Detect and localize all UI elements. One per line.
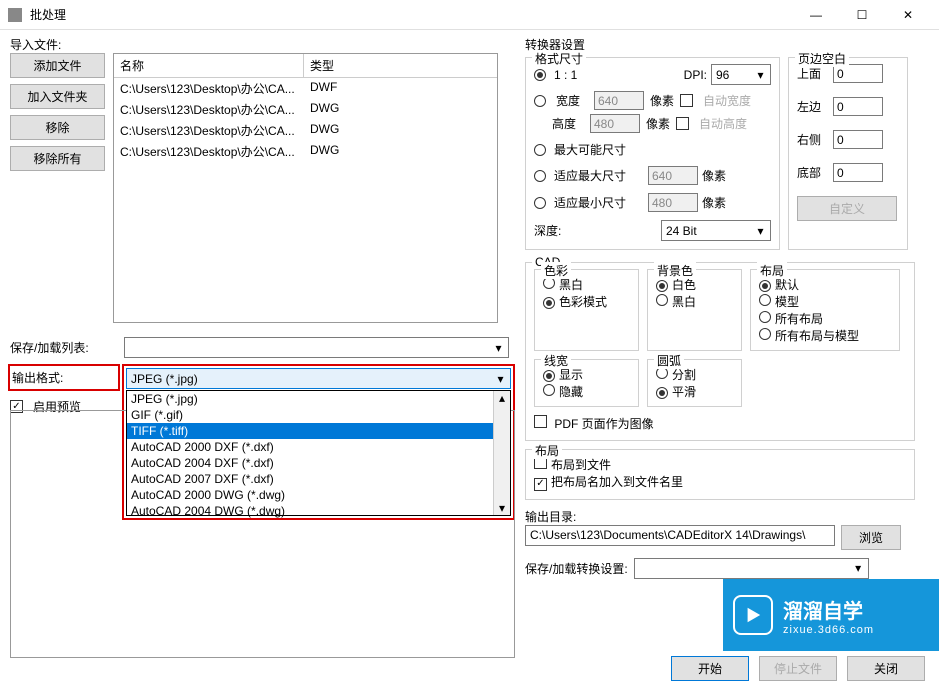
format-option[interactable]: AutoCAD 2000 DWG (*.dwg) xyxy=(127,487,510,503)
layout-model-radio[interactable] xyxy=(759,294,771,306)
format-option[interactable]: AutoCAD 2004 DWG (*.dwg) xyxy=(127,503,510,519)
max-possible-radio[interactable] xyxy=(534,144,546,156)
save-load-settings-label: 保存/加载转换设置: xyxy=(525,560,628,577)
table-row: C:\Users\123\Desktop\办公\CA...DWG xyxy=(114,120,497,141)
color-mode-radio[interactable] xyxy=(543,297,555,309)
stop-button[interactable]: 停止文件 xyxy=(759,656,837,681)
save-load-list-combo[interactable]: ▾ xyxy=(124,337,509,358)
chevron-down-icon: ▾ xyxy=(493,371,508,386)
format-option[interactable]: JPEG (*.jpg) xyxy=(127,391,510,407)
col-type[interactable]: 类型 xyxy=(304,54,497,77)
format-size-group: 格式尺寸 1 : 1 DPI: 96▾ 宽度 640 像素 自动宽度 高度 xyxy=(525,57,780,250)
close-dialog-button[interactable]: 关闭 xyxy=(847,656,925,681)
output-format-combo[interactable]: JPEG (*.jpg) ▾ xyxy=(126,368,511,389)
ratio-1-1-radio[interactable] xyxy=(534,69,546,81)
pdf-as-image-checkbox[interactable] xyxy=(534,415,547,428)
height-input[interactable]: 480 xyxy=(590,114,640,133)
format-option[interactable]: GIF (*.gif) xyxy=(127,407,510,423)
format-option-selected[interactable]: TIFF (*.tiff) xyxy=(127,423,510,439)
fit-max-radio[interactable] xyxy=(534,170,546,182)
minimize-button[interactable]: — xyxy=(793,0,839,30)
remove-all-button[interactable]: 移除所有 xyxy=(10,146,105,171)
save-load-list-label: 保存/加载列表: xyxy=(10,339,118,356)
output-dir-input[interactable]: C:\Users\123\Documents\CADEditorX 14\Dra… xyxy=(525,525,835,546)
browse-button[interactable]: 浏览 xyxy=(841,525,901,550)
file-list[interactable]: 名称 类型 C:\Users\123\Desktop\办公\CA...DWF C… xyxy=(113,53,498,323)
size-wh-radio[interactable] xyxy=(534,95,546,107)
format-option[interactable]: AutoCAD 2004 DXF (*.dxf) xyxy=(127,455,510,471)
layout-group: 布局 布局到文件 ✓把布局名加入到文件名里 xyxy=(525,449,915,500)
app-icon xyxy=(8,8,22,22)
output-format-label: 输出格式: xyxy=(10,366,118,389)
margin-bottom-input[interactable]: 0 xyxy=(833,163,883,182)
custom-margins-button[interactable]: 自定义 xyxy=(797,196,897,221)
titlebar: 批处理 — ☐ ✕ xyxy=(0,0,939,30)
maximize-button[interactable]: ☐ xyxy=(839,0,885,30)
margin-right-input[interactable]: 0 xyxy=(833,130,883,149)
watermark: 溜溜自学 zixue.3d66.com xyxy=(723,579,939,651)
layout-default-radio[interactable] xyxy=(759,280,771,292)
auto-width-checkbox[interactable] xyxy=(680,94,693,107)
start-button[interactable]: 开始 xyxy=(671,656,749,681)
bg-white-radio[interactable] xyxy=(656,280,668,292)
layout-all-radio[interactable] xyxy=(759,311,771,323)
save-load-settings-combo[interactable]: ▾ xyxy=(634,558,869,579)
margin-left-input[interactable]: 0 xyxy=(833,97,883,116)
fit-max-input[interactable]: 640 xyxy=(648,166,698,185)
import-label: 导入文件: xyxy=(10,36,515,53)
dropdown-scrollbar[interactable]: ▴ ▾ xyxy=(493,391,510,515)
depth-combo[interactable]: 24 Bit▾ xyxy=(661,220,771,241)
cad-group: CAD 色彩 黑白 色彩模式 背景色 白色 黑白 布局 默认 模型 所有布局 xyxy=(525,262,915,441)
bg-black-radio[interactable] xyxy=(656,294,668,306)
output-format-value: JPEG (*.jpg) xyxy=(131,372,198,386)
col-name[interactable]: 名称 xyxy=(114,54,304,77)
output-format-dropdown[interactable]: JPEG (*.jpg) GIF (*.gif) TIFF (*.tiff) A… xyxy=(126,390,511,516)
table-row: C:\Users\123\Desktop\办公\CA...DWF xyxy=(114,78,497,99)
auto-height-checkbox[interactable] xyxy=(676,117,689,130)
table-row: C:\Users\123\Desktop\办公\CA...DWG xyxy=(114,141,497,162)
add-file-button[interactable]: 添加文件 xyxy=(10,53,105,78)
window-title: 批处理 xyxy=(30,6,793,23)
layout-add-name-checkbox[interactable]: ✓ xyxy=(534,478,547,491)
margins-group: 页边空白 上面0 左边0 右侧0 底部0 自定义 xyxy=(788,57,908,250)
table-row: C:\Users\123\Desktop\办公\CA...DWG xyxy=(114,99,497,120)
add-folder-button[interactable]: 加入文件夹 xyxy=(10,84,105,109)
width-input[interactable]: 640 xyxy=(594,91,644,110)
remove-button[interactable]: 移除 xyxy=(10,115,105,140)
layout-all-model-radio[interactable] xyxy=(759,328,771,340)
arc-smooth-radio[interactable] xyxy=(656,387,668,399)
format-option[interactable]: AutoCAD 2007 DXF (*.dxf) xyxy=(127,471,510,487)
output-dir-label: 输出目录: xyxy=(525,508,929,525)
lw-show-radio[interactable] xyxy=(543,370,555,382)
fit-min-input[interactable]: 480 xyxy=(648,193,698,212)
fit-min-radio[interactable] xyxy=(534,197,546,209)
close-button[interactable]: ✕ xyxy=(885,0,931,30)
chevron-down-icon: ▾ xyxy=(491,340,506,355)
dpi-combo[interactable]: 96▾ xyxy=(711,64,771,85)
play-icon xyxy=(733,595,773,635)
lw-hide-radio[interactable] xyxy=(543,384,555,396)
format-option[interactable]: AutoCAD 2000 DXF (*.dxf) xyxy=(127,439,510,455)
